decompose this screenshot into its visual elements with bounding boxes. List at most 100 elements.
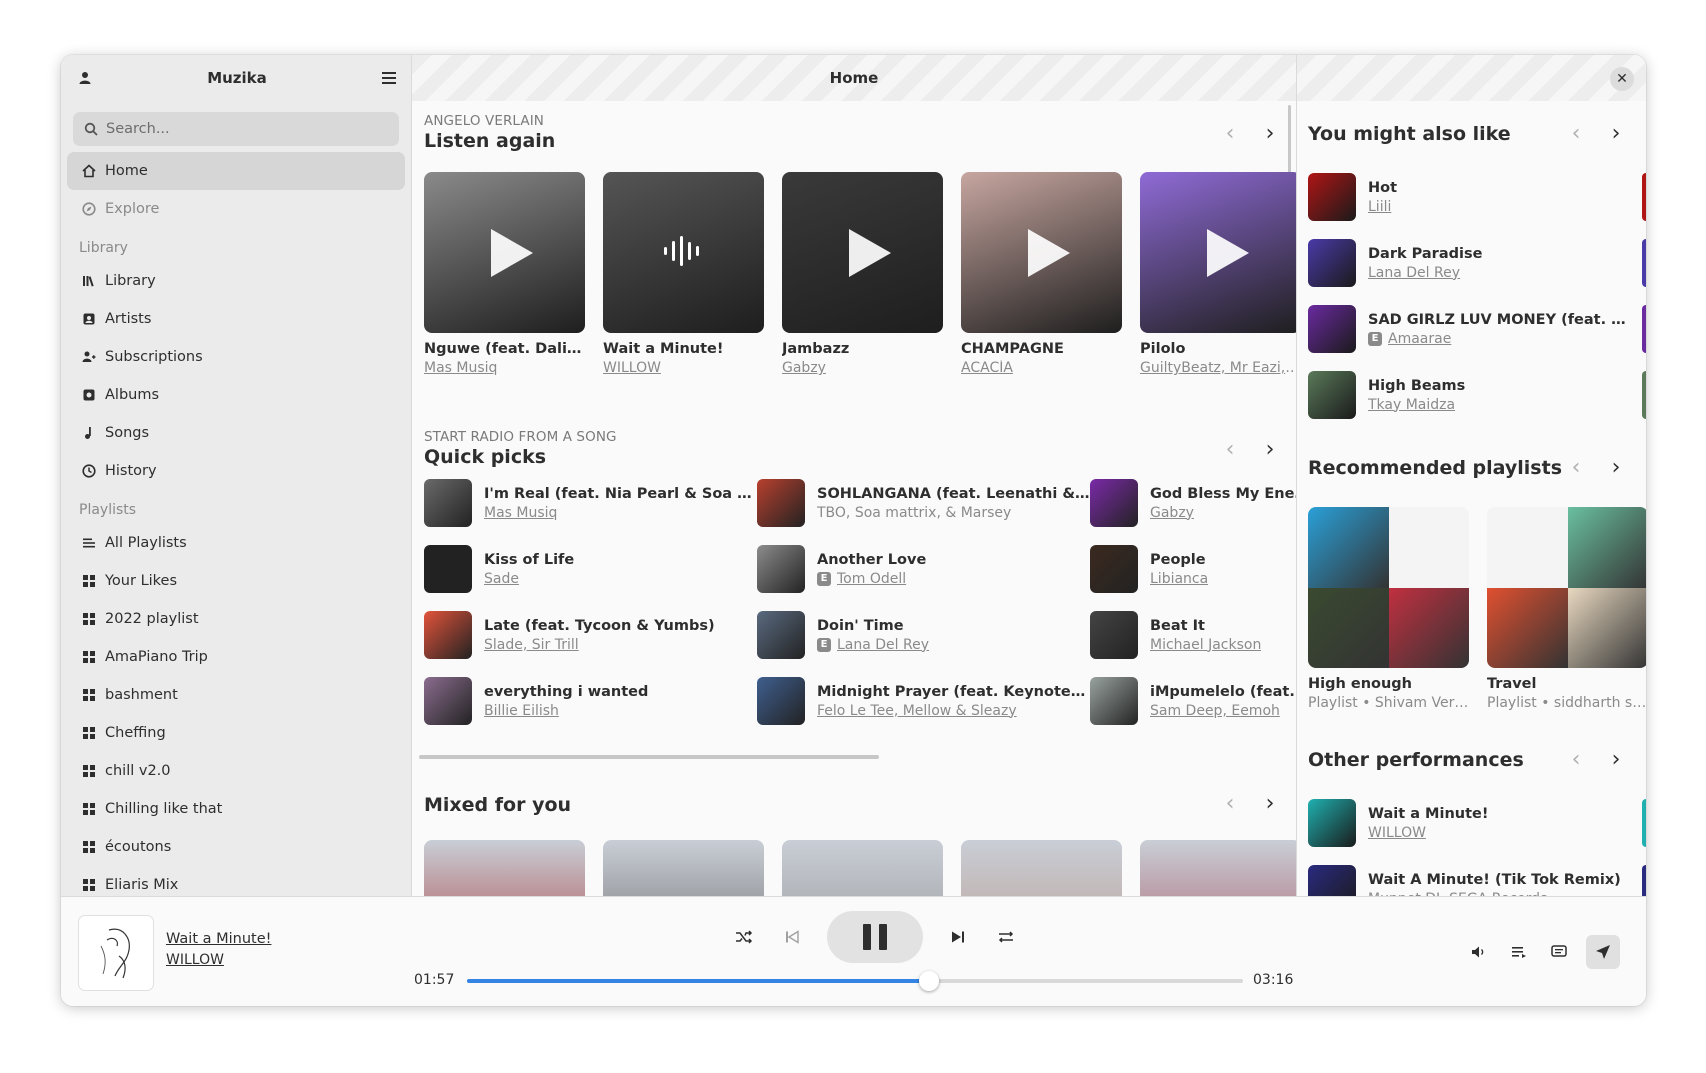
- sidebar-item-explore[interactable]: Explore: [67, 190, 405, 228]
- playlist-mosaic[interactable]: [1308, 507, 1469, 668]
- sidebar-item-history[interactable]: History: [67, 452, 405, 490]
- song-thumbnail[interactable]: [1308, 239, 1356, 287]
- repeat-button[interactable]: [993, 924, 1019, 950]
- quick-pick-item[interactable]: People Libianca: [1090, 545, 1296, 593]
- song-thumbnail[interactable]: [424, 545, 472, 593]
- song-artist[interactable]: Tkay Maidza: [1368, 397, 1455, 413]
- chevron-right-icon[interactable]: ›: [1606, 747, 1626, 772]
- mix-card[interactable]: [1140, 840, 1296, 896]
- mix-card[interactable]: [961, 840, 1122, 896]
- volume-button[interactable]: [1466, 939, 1492, 965]
- mix-cover[interactable]: [1140, 840, 1296, 896]
- song-thumbnail[interactable]: [1308, 799, 1356, 847]
- queue-button[interactable]: [1506, 939, 1532, 965]
- menu-icon[interactable]: [381, 70, 397, 86]
- quick-pick-item[interactable]: God Bless My Enemies Gabzy: [1090, 479, 1296, 527]
- song-thumbnail[interactable]: [1308, 173, 1356, 221]
- song-thumbnail[interactable]: [757, 545, 805, 593]
- mix-cover[interactable]: [961, 840, 1122, 896]
- progress-knob[interactable]: [918, 971, 939, 991]
- song-thumbnail[interactable]: [1090, 545, 1138, 593]
- album-artist[interactable]: GuiltyBeatz, Mr Eazi, …: [1140, 360, 1296, 376]
- sidebar-item-playlist[interactable]: bashment: [67, 676, 405, 714]
- song-thumbnail[interactable]: [757, 677, 805, 725]
- quick-pick-item[interactable]: everything i wanted Billie Eilish: [424, 677, 757, 725]
- album-card[interactable]: CHAMPAGNE ACACÍA: [961, 172, 1122, 376]
- sidebar-item-all-playlists[interactable]: All Playlists: [67, 524, 405, 562]
- song-list-item[interactable]: Wait A Minute! (Tik Tok Remix)Muppet DJ,…: [1308, 865, 1646, 896]
- chevron-right-icon[interactable]: ›: [1606, 121, 1626, 146]
- sidebar-item-songs[interactable]: Songs: [67, 414, 405, 452]
- song-list-item[interactable]: High Beams Tkay Maidza: [1308, 371, 1646, 419]
- album-cover[interactable]: [603, 172, 764, 333]
- pause-button[interactable]: [827, 911, 923, 963]
- album-card[interactable]: Pilolo GuiltyBeatz, Mr Eazi, …: [1140, 172, 1296, 376]
- next-button[interactable]: [945, 924, 971, 950]
- song-thumbnail[interactable]: [1090, 611, 1138, 659]
- song-thumbnail[interactable]: [424, 479, 472, 527]
- sidebar-item-artists[interactable]: Artists: [67, 300, 405, 338]
- song-artist[interactable]: Slade, Sir Trill: [484, 637, 579, 653]
- song-thumbnail[interactable]: [1308, 865, 1356, 896]
- song-artist[interactable]: Mas Musiq: [484, 505, 557, 521]
- chevron-left-icon[interactable]: ‹: [1566, 747, 1586, 772]
- song-artist[interactable]: Michael Jackson: [1150, 637, 1261, 653]
- song-thumbnail[interactable]: [1090, 479, 1138, 527]
- song-artist[interactable]: Felo Le Tee, Mellow & Sleazy: [817, 703, 1017, 719]
- chevron-right-icon[interactable]: ›: [1606, 455, 1626, 480]
- sidebar-item-playlist[interactable]: Your Likes: [67, 562, 405, 600]
- song-list-item[interactable]: Dark Paradise Lana Del Rey: [1308, 239, 1646, 287]
- song-thumbnail[interactable]: [1090, 677, 1138, 725]
- album-cover[interactable]: [961, 172, 1122, 333]
- song-thumbnail[interactable]: [424, 611, 472, 659]
- sidebar-item-playlist[interactable]: Cheffing: [67, 714, 405, 752]
- playlist-card[interactable]: Travel Playlist • siddharth sin…: [1487, 507, 1646, 711]
- account-icon[interactable]: [77, 70, 93, 86]
- quick-pick-item[interactable]: Midnight Prayer (feat. Keynote & L… Felo …: [757, 677, 1090, 725]
- sidebar-item-library[interactable]: Library: [67, 262, 405, 300]
- sidebar-item-playlist[interactable]: chill v2.0: [67, 752, 405, 790]
- song-artist[interactable]: Sam Deep, Eemoh: [1150, 703, 1280, 719]
- now-playing-cover[interactable]: [78, 915, 154, 991]
- album-card[interactable]: Wait a Minute! WILLOW: [603, 172, 764, 376]
- album-artist[interactable]: WILLOW: [603, 360, 764, 376]
- song-artist[interactable]: Libianca: [1150, 571, 1208, 587]
- quick-pick-item[interactable]: I'm Real (feat. Nia Pearl & Soa Mattr… Ma…: [424, 479, 757, 527]
- mix-cover[interactable]: [424, 840, 585, 896]
- chevron-right-icon[interactable]: ›: [1260, 121, 1280, 146]
- mix-card[interactable]: [424, 840, 585, 896]
- quick-pick-item[interactable]: Beat It Michael Jackson: [1090, 611, 1296, 659]
- mix-card[interactable]: [782, 840, 943, 896]
- song-thumbnail[interactable]: [1308, 305, 1356, 353]
- quick-pick-item[interactable]: Kiss of Life Sade: [424, 545, 757, 593]
- album-cover[interactable]: [782, 172, 943, 333]
- quick-pick-item[interactable]: Another Love E Tom Odell: [757, 545, 1090, 593]
- quick-pick-item[interactable]: SOHLANGANA (feat. Leenathi & Ha… TBO, Soa…: [757, 479, 1090, 527]
- playlist-card[interactable]: High enough Playlist • Shivam Ver…: [1308, 507, 1469, 711]
- sidebar-item-home[interactable]: Home: [67, 152, 405, 190]
- album-cover[interactable]: [1140, 172, 1296, 333]
- playlist-mosaic[interactable]: [1487, 507, 1646, 668]
- chevron-right-icon[interactable]: ›: [1260, 791, 1280, 816]
- song-thumbnail[interactable]: [757, 611, 805, 659]
- song-list-item[interactable]: Wait a Minute! WILLOW: [1308, 799, 1646, 847]
- song-artist[interactable]: Tom Odell: [837, 571, 906, 587]
- progress-slider[interactable]: [467, 971, 1243, 991]
- album-artist[interactable]: ACACÍA: [961, 360, 1122, 376]
- album-card[interactable]: Jambazz Gabzy: [782, 172, 943, 376]
- chevron-left-icon[interactable]: ‹: [1566, 455, 1586, 480]
- sidebar-item-playlist[interactable]: écoutons: [67, 828, 405, 866]
- now-playing-panel-button[interactable]: [1586, 935, 1620, 969]
- now-playing-title[interactable]: Wait a Minute!: [166, 931, 271, 947]
- song-artist[interactable]: WILLOW: [1368, 825, 1426, 841]
- song-list-item[interactable]: SAD GIRLZ LUV MONEY (feat. Moliy) E Amaara…: [1308, 305, 1646, 353]
- shuffle-button[interactable]: [731, 924, 757, 950]
- song-thumbnail[interactable]: [757, 479, 805, 527]
- song-artist[interactable]: Lana Del Rey: [837, 637, 929, 653]
- mix-cover[interactable]: [782, 840, 943, 896]
- mix-cover[interactable]: [603, 840, 764, 896]
- sidebar-item-albums[interactable]: Albums: [67, 376, 405, 414]
- search-input[interactable]: Search...: [73, 112, 399, 146]
- close-button[interactable]: ✕: [1610, 67, 1634, 91]
- quick-pick-item[interactable]: iMpumelelo (feat. Da M… Sam Deep, Eemoh: [1090, 677, 1296, 725]
